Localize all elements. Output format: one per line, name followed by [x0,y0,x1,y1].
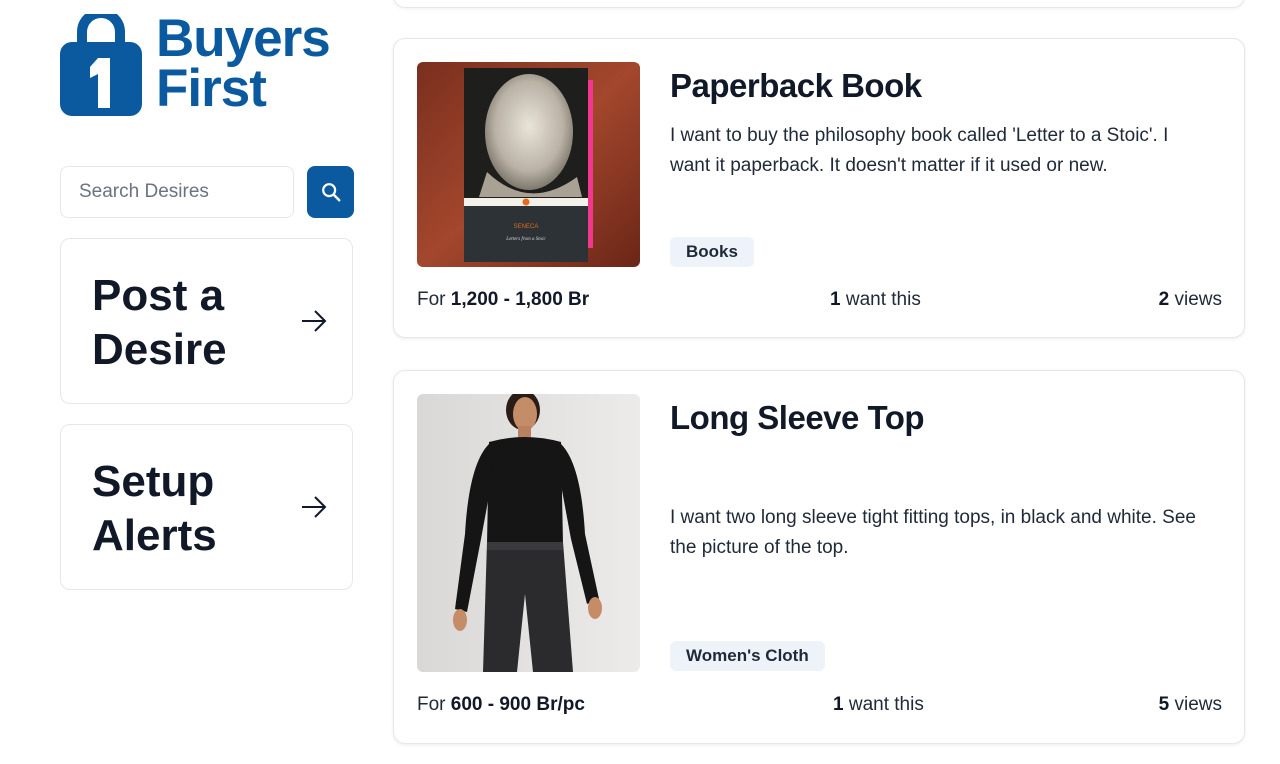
listing-description: I want to buy the philosophy book called… [670,125,1169,176]
listing-title[interactable]: Long Sleeve Top [670,399,925,437]
want-count: 1 want this [833,694,924,716]
listing-description: I want two long sleeve tight fitting top… [670,507,1196,558]
view-count-value: 5 [1158,694,1170,715]
price-prefix: For [417,289,446,310]
listing-image-book[interactable]: SENECA Letters from a Stoic [417,62,640,267]
listing-card-partial[interactable] [393,0,1245,8]
category-tag[interactable]: Women's Cloth [670,641,825,671]
shopping-bag-logo-icon [60,14,142,116]
setup-alerts-card[interactable]: Setup Alerts [60,424,353,590]
want-count: 1 want this [830,289,921,311]
listing-title[interactable]: Paperback Book [670,67,922,105]
post-desire-label: Post a Desire [92,271,227,374]
search-icon [321,183,340,202]
book-cover-author: SENECA [514,224,539,230]
want-count-label: want this [848,694,924,715]
want-count-value: 1 [830,289,841,310]
brand-line-2: First [156,59,267,118]
price-value: 1,200 - 1,800 Br [450,289,590,310]
setup-alerts-label: Setup Alerts [92,457,217,560]
search-button[interactable] [307,166,354,218]
price-range: For 1,200 - 1,800 Br [417,289,589,311]
search-box [60,166,294,218]
view-count: 2 views [1159,289,1222,311]
search-input[interactable] [61,167,293,217]
want-count-value: 1 [833,694,844,715]
want-count-label: want this [845,289,921,310]
arrow-right-icon [302,310,327,332]
category-tag[interactable]: Books [670,237,754,267]
brand-line-1: Buyers [156,9,331,68]
arrow-right-icon [302,496,327,518]
listing-card[interactable]: Long Sleeve Top I want two long sleeve t… [393,370,1245,744]
book-cover-subtitle: Letters from a Stoic [505,237,546,242]
listing-image-top[interactable] [417,394,640,672]
brand-wordmark: Buyers First [156,9,331,118]
post-desire-card[interactable]: Post a Desire [60,238,353,404]
listing-card[interactable]: SENECA Letters from a Stoic Paperback Bo… [393,38,1245,338]
view-count-value: 2 [1158,289,1170,310]
view-count: 5 views [1159,694,1222,716]
view-count-label: views [1174,289,1222,310]
brand-logo[interactable]: Buyers First [58,9,358,124]
view-count-label: views [1174,694,1222,715]
price-value: 600 - 900 Br/pc [450,694,585,715]
price-range: For 600 - 900 Br/pc [417,694,585,716]
price-prefix: For [417,694,446,715]
